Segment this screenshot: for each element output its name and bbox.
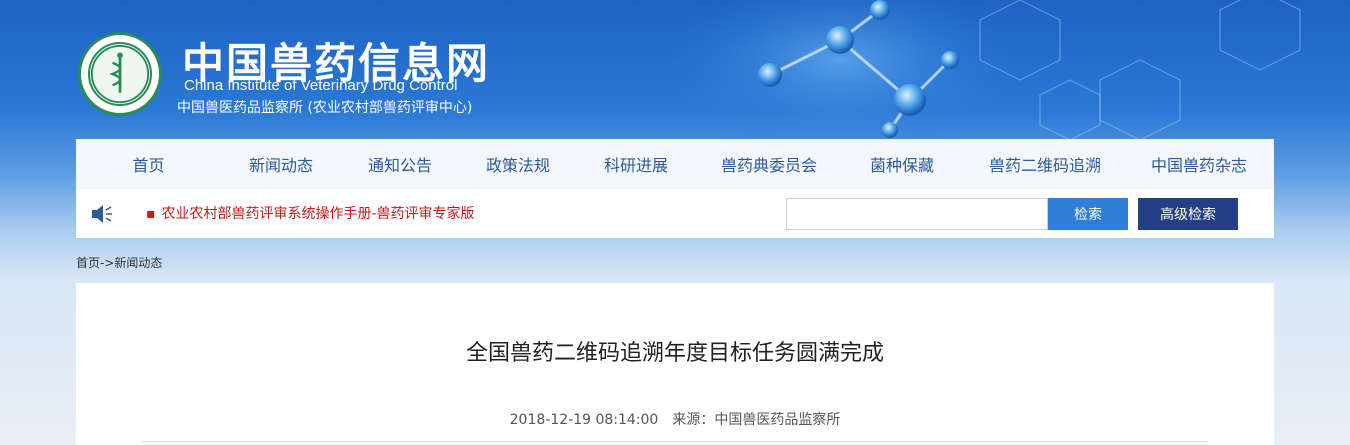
nav-item-policies[interactable]: 政策法规 [459, 152, 577, 176]
search-input[interactable] [786, 198, 1048, 230]
bullet-icon: ▪ [146, 206, 156, 222]
main-nav: 首页 新闻动态 通知公告 政策法规 科研进展 兽药典委员会 菌种保藏 兽药二维码… [76, 139, 1274, 189]
breadcrumb-separator: -> [100, 256, 115, 270]
nav-item-pharmacopoeia-committee[interactable]: 兽药典委员会 [695, 152, 843, 176]
caduceus-icon [88, 42, 152, 106]
article-source: 中国兽医药品监察所 [714, 412, 841, 428]
nav-item-journal[interactable]: 中国兽药杂志 [1129, 152, 1269, 176]
breadcrumb-current[interactable]: 新闻动态 [114, 256, 162, 270]
advanced-search-button[interactable]: 高级检索 [1138, 198, 1238, 230]
nav-item-news[interactable]: 新闻动态 [221, 152, 341, 176]
site-subtitle-cn: 中国兽医药品监察所 (农业农村部兽药评审中心) [177, 100, 473, 116]
header-banner: 中国兽药信息网 China Institute of Veterinary Dr… [0, 0, 1350, 139]
source-label: 来源： [672, 412, 715, 428]
logo[interactable] [78, 32, 162, 116]
notice-text[interactable]: 农业农村部兽药评审系统操作手册-兽药评审专家版 [162, 206, 475, 222]
divider [142, 441, 1208, 442]
breadcrumb-home[interactable]: 首页 [76, 256, 100, 270]
nav-item-qr-traceability[interactable]: 兽药二维码追溯 [961, 152, 1129, 176]
search-button[interactable]: 检索 [1048, 198, 1128, 230]
article-date: 2018-12-19 08:14:00 [509, 412, 659, 428]
notice-search-bar: ▪ 农业农村部兽药评审系统操作手册-兽药评审专家版 检索 高级检索 [76, 189, 1274, 238]
nav-item-strain-collection[interactable]: 菌种保藏 [843, 152, 961, 176]
notice-link[interactable]: ▪ 农业农村部兽药评审系统操作手册-兽药评审专家版 [146, 203, 475, 223]
article-title: 全国兽药二维码追溯年度目标任务圆满完成 [465, 341, 884, 366]
nav-item-research[interactable]: 科研进展 [577, 152, 695, 176]
nav-item-notices[interactable]: 通知公告 [341, 152, 459, 176]
molecule-illustration [660, 0, 1301, 139]
article-meta: 2018-12-19 08:14:00 来源：中国兽医药品监察所 [76, 409, 1274, 429]
nav-item-home[interactable]: 首页 [76, 152, 221, 176]
site-subtitle-en: China Institute of Veterinary Drug Contr… [184, 77, 458, 94]
speaker-icon [92, 205, 112, 223]
article-panel: 全国兽药二维码追溯年度目标任务圆满完成 2018-12-19 08:14:00 来… [76, 283, 1274, 445]
breadcrumb: 首页->新闻动态 [76, 254, 162, 271]
